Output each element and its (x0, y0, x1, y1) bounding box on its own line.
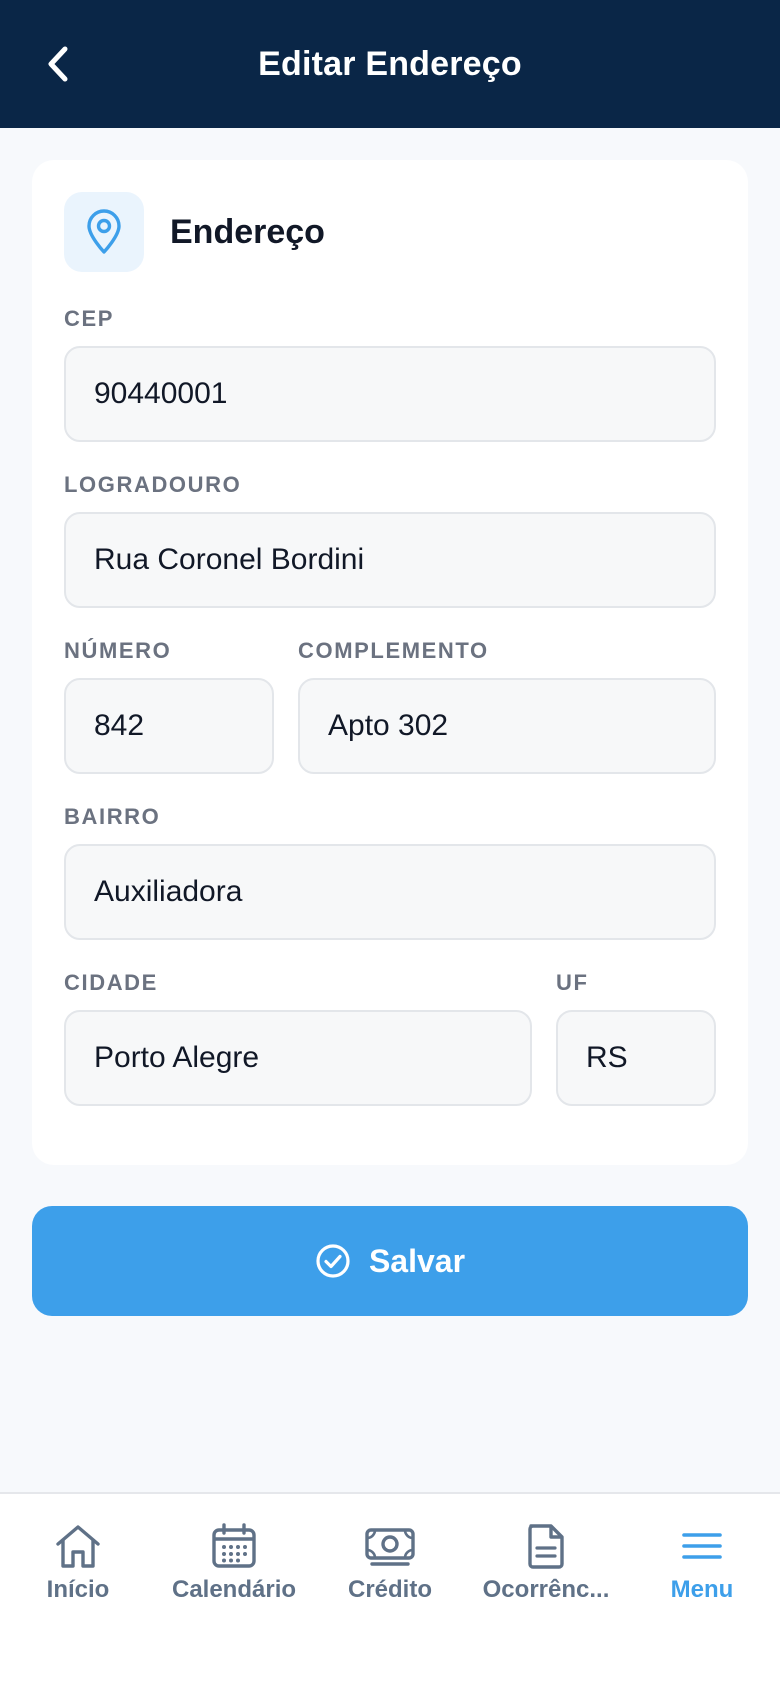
tab-label: Ocorrênc... (482, 1576, 610, 1603)
home-icon (56, 1525, 100, 1568)
calendar-icon (212, 1523, 256, 1568)
tab-menu[interactable]: Menu (624, 1494, 780, 1624)
tab-label: Início (46, 1576, 110, 1603)
cidade-label: CIDADE (64, 970, 158, 995)
numero-label: NÚMERO (64, 638, 172, 663)
address-card: Endereço CEP LOGRADOURO NÚMERO COMPLEMEN… (32, 160, 748, 1165)
chevron-left-icon (48, 46, 68, 82)
location-pin-badge (64, 192, 144, 272)
uf-label: UF (556, 970, 589, 995)
uf-input[interactable] (556, 1010, 716, 1106)
cep-label: CEP (64, 306, 115, 331)
menu-icon (682, 1533, 722, 1559)
tab-inicio[interactable]: Início (0, 1494, 156, 1624)
logradouro-label: LOGRADOURO (64, 472, 242, 497)
tab-label: Calendário (171, 1576, 297, 1603)
save-button-label: Salvar (368, 1242, 466, 1279)
card-title: Endereço (170, 212, 325, 251)
money-icon (365, 1528, 415, 1566)
card-header: Endereço (64, 192, 325, 272)
bottom-tab-bar: Início Calendário Crédito Ocorrênc... Me… (0, 1492, 780, 1688)
cep-input[interactable] (64, 346, 716, 442)
save-button[interactable]: Salvar (32, 1206, 748, 1316)
tab-credito[interactable]: Crédito (312, 1494, 468, 1624)
check-circle-icon (316, 1244, 350, 1278)
cidade-input[interactable] (64, 1010, 532, 1106)
logradouro-input[interactable] (64, 512, 716, 608)
complemento-label: COMPLEMENTO (298, 638, 489, 663)
tab-label: Menu (670, 1576, 734, 1603)
app-header: Editar Endereço (0, 0, 780, 128)
bairro-input[interactable] (64, 844, 716, 940)
tab-ocorrencias[interactable]: Ocorrênc... (468, 1494, 624, 1624)
document-icon (528, 1524, 564, 1569)
complemento-input[interactable] (298, 678, 716, 774)
page-title: Editar Endereço (258, 44, 522, 83)
numero-input[interactable] (64, 678, 274, 774)
back-button[interactable] (34, 40, 82, 88)
location-pin-icon (87, 209, 121, 254)
bairro-label: BAIRRO (64, 804, 161, 829)
tab-calendario[interactable]: Calendário (156, 1494, 312, 1624)
tab-label: Crédito (348, 1576, 432, 1603)
